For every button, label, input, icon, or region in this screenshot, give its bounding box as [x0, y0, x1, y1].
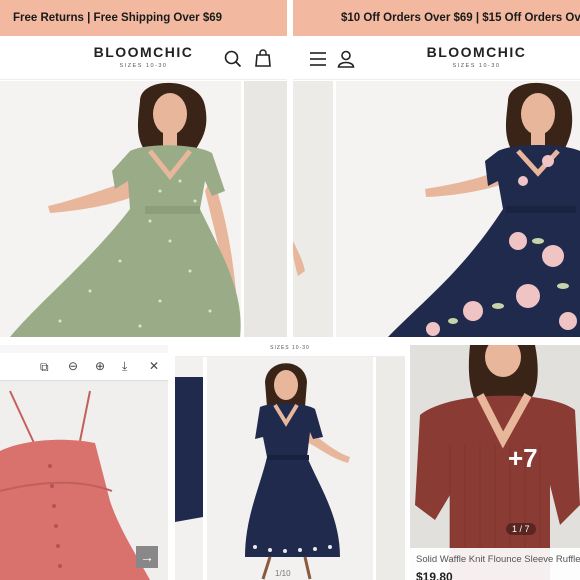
- brand-logo[interactable]: BLOOMCHIC SIZES 10-30: [373, 44, 580, 69]
- mini-header: SIZES 10-30: [175, 345, 405, 357]
- product-photo-navy-floral-dress[interactable]: [293, 81, 580, 337]
- menu-icon[interactable]: [309, 51, 327, 67]
- product-panel-top-right: $10 Off Orders Over $69 | $15 Off Orders…: [293, 0, 580, 337]
- brand-tagline: SIZES 10-30: [452, 63, 501, 69]
- next-image-button[interactable]: →: [136, 546, 158, 568]
- promo-text: Free Returns | Free Shipping Over $69: [13, 12, 223, 24]
- product-photo-navy-eyelet-dress[interactable]: 1/10: [175, 357, 405, 580]
- image-viewer-toolbar: ⧉ ⊖ ⊕ ⤓ ✕: [0, 353, 168, 381]
- download-icon[interactable]: ⤓: [122, 359, 127, 374]
- product-panel-top-left: Free Returns | Free Shipping Over $69 BL…: [0, 0, 287, 337]
- zoom-in-icon[interactable]: ⊕: [95, 359, 105, 373]
- zoom-out-icon[interactable]: ⊖: [68, 359, 78, 373]
- product-title[interactable]: Solid Waffle Knit Flounce Sleeve Ruffle: [416, 554, 580, 565]
- product-photo-coral-sundress[interactable]: →: [0, 381, 168, 580]
- promo-banner[interactable]: $10 Off Orders Over $69 | $15 Off Orders…: [293, 0, 580, 36]
- shopping-bag-icon[interactable]: [255, 49, 271, 67]
- product-panel-bottom-right: +7 1 / 7 Solid Waffle Knit Flounce Sleev…: [410, 345, 580, 580]
- site-header: BLOOMCHIC SIZES 10-30: [293, 36, 580, 80]
- product-panel-bottom-middle: SIZES 10-30 1/10: [175, 345, 405, 580]
- brand-logo[interactable]: BLOOMCHIC SIZES 10-30: [0, 44, 287, 69]
- close-icon[interactable]: ✕: [149, 359, 159, 373]
- search-icon[interactable]: [224, 50, 242, 68]
- account-icon[interactable]: [337, 50, 355, 68]
- brand-name: BLOOMCHIC: [426, 44, 527, 60]
- brand-tagline: SIZES 10-30: [119, 63, 168, 69]
- image-counter: 1 / 7: [506, 523, 536, 535]
- product-photo-sage-dress[interactable]: [0, 81, 287, 337]
- product-caption: Solid Waffle Knit Flounce Sleeve Ruffle …: [410, 548, 580, 580]
- product-panel-bottom-left: ⧉ ⊖ ⊕ ⤓ ✕ →: [0, 345, 168, 580]
- promo-text: $10 Off Orders Over $69 | $15 Off Orders…: [341, 12, 580, 24]
- promo-banner[interactable]: Free Returns | Free Shipping Over $69: [0, 0, 287, 36]
- product-photo-rust-waffle-top[interactable]: +7 1 / 7: [410, 345, 580, 580]
- more-photos-count[interactable]: +7: [508, 443, 538, 474]
- brand-name: BLOOMCHIC: [93, 44, 194, 60]
- gallery-icon[interactable]: ⧉: [40, 360, 49, 375]
- image-counter: 1/10: [275, 569, 291, 578]
- site-header: BLOOMCHIC SIZES 10-30: [0, 36, 287, 80]
- brand-tagline: SIZES 10-30: [270, 345, 310, 351]
- product-price: $19.80: [416, 570, 453, 580]
